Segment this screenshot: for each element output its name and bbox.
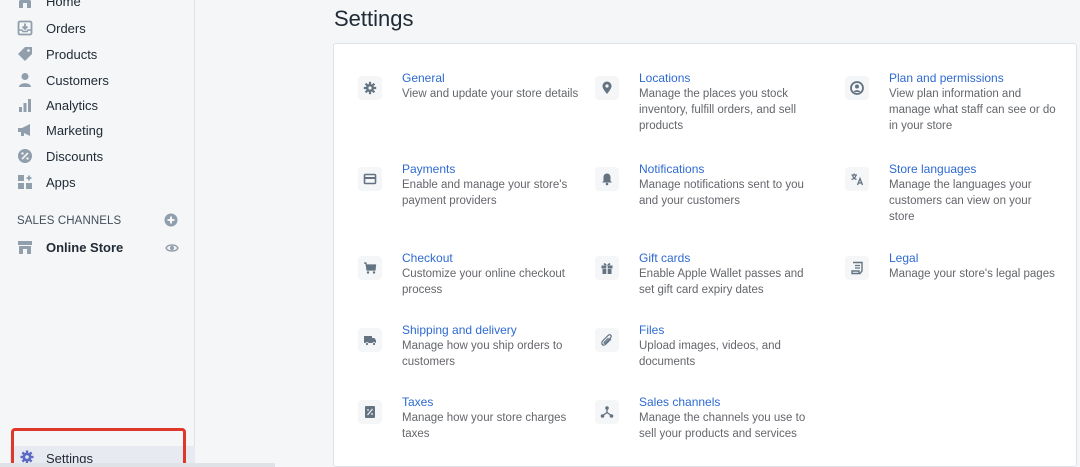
sales-channels-heading: SALES CHANNELS xyxy=(17,215,122,227)
home-icon xyxy=(17,0,33,9)
setting-title: Checkout xyxy=(402,251,453,265)
setting-description: Customize your online checkout process xyxy=(402,268,565,296)
setting-description: Upload images, videos, and documents xyxy=(639,340,781,368)
setting-description: Enable Apple Wallet passes and set gift … xyxy=(639,268,804,296)
setting-description: Manage the languages your customers can … xyxy=(889,179,1032,223)
sidebar-item-home[interactable]: Home xyxy=(0,0,195,14)
store-icon xyxy=(17,239,33,255)
user-circle-icon xyxy=(845,76,869,100)
truck-icon xyxy=(358,328,382,352)
channels-icon xyxy=(595,400,619,424)
setting-title: Shipping and delivery xyxy=(402,323,517,337)
sidebar-item-apps[interactable]: Apps xyxy=(0,169,195,195)
setting-title: Plan and permissions xyxy=(889,71,1004,85)
setting-title: General xyxy=(402,71,445,85)
settings-card: General View and update your store detai… xyxy=(333,43,1077,467)
megaphone-icon xyxy=(17,122,33,138)
cart-icon xyxy=(358,256,382,280)
document-icon xyxy=(845,256,869,280)
setting-description: Enable and manage your store's payment p… xyxy=(402,179,568,207)
setting-title: Taxes xyxy=(402,395,434,409)
setting-title: Notifications xyxy=(639,162,705,176)
setting-description: Manage the places you stock inventory, f… xyxy=(639,88,797,132)
tag-icon xyxy=(17,46,33,62)
sidebar-item-products[interactable]: Products xyxy=(0,41,195,67)
setting-title: Sales channels xyxy=(639,395,721,409)
sidebar-footer-strip xyxy=(0,463,275,467)
gift-icon xyxy=(595,256,619,280)
sidebar-item-analytics[interactable]: Analytics xyxy=(0,92,195,118)
apps-icon xyxy=(17,174,33,190)
discount-icon xyxy=(17,148,33,164)
person-icon xyxy=(17,72,33,88)
eye-icon[interactable] xyxy=(165,241,179,255)
setting-title: Store languages xyxy=(889,162,977,176)
sidebar-item-discounts[interactable]: Discounts xyxy=(0,143,195,169)
gear-icon xyxy=(20,450,34,464)
setting-description: Manage your store's legal pages xyxy=(889,268,1055,280)
tax-icon xyxy=(358,400,382,424)
setting-title: Legal xyxy=(889,251,919,265)
sidebar-item-label: Marketing xyxy=(46,122,104,138)
setting-title: Locations xyxy=(639,71,691,85)
sidebar-item-orders[interactable]: Orders xyxy=(0,15,195,41)
sidebar-item-label: Orders xyxy=(46,20,86,36)
location-pin-icon xyxy=(595,76,619,100)
setting-title: Files xyxy=(639,323,665,337)
setting-description: Manage notifications sent to you and you… xyxy=(639,179,804,207)
sidebar-item-marketing[interactable]: Marketing xyxy=(0,117,195,143)
setting-title: Gift cards xyxy=(639,251,691,265)
sidebar-item-label: Discounts xyxy=(46,148,104,164)
paperclip-icon xyxy=(595,328,619,352)
setting-description: View and update your store details xyxy=(402,88,579,100)
sidebar-item-label: Customers xyxy=(46,72,109,88)
inbox-icon xyxy=(17,20,33,36)
setting-description: Manage how your store charges taxes xyxy=(402,412,567,440)
bell-icon xyxy=(595,167,619,191)
setting-description: Manage how you ship orders to customers xyxy=(402,340,563,368)
sidebar-item-label: Products xyxy=(46,46,98,62)
setting-title: Payments xyxy=(402,162,456,176)
sidebar-item-label: Online Store xyxy=(46,239,124,255)
sidebar-item-label: Analytics xyxy=(46,97,99,113)
add-sales-channel-icon[interactable] xyxy=(164,213,178,227)
credit-card-icon xyxy=(358,167,382,191)
sidebar-item-label: Home xyxy=(46,0,81,9)
sidebar: Home Orders Products Customers Analytics… xyxy=(0,0,195,467)
page-title: Settings xyxy=(334,6,414,31)
bar-chart-icon xyxy=(17,97,33,113)
setting-description: View plan information and manage what st… xyxy=(889,88,1056,132)
gear-icon xyxy=(358,76,382,100)
translate-icon xyxy=(845,167,869,191)
setting-description: Manage the channels you use to sell your… xyxy=(639,412,806,440)
sidebar-item-customers[interactable]: Customers xyxy=(0,67,195,93)
sidebar-item-label: Apps xyxy=(46,174,76,190)
